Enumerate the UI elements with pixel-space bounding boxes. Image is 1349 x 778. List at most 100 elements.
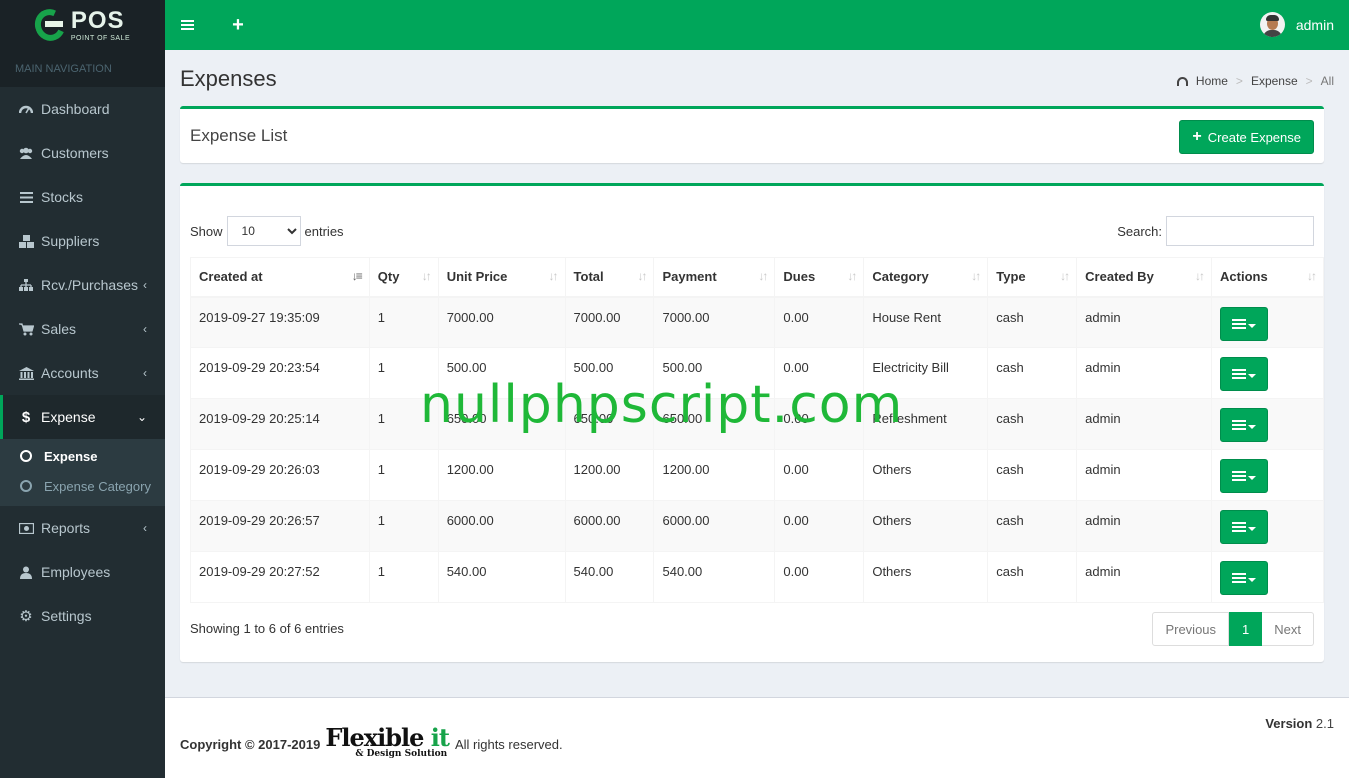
cell-actions <box>1211 398 1324 450</box>
caret-down-icon <box>1248 374 1257 378</box>
sidebar-item-label: Settings <box>41 608 92 624</box>
cell-created-at: 2019-09-27 19:35:09 <box>190 296 370 348</box>
sidebar-item-label: Expense <box>41 409 96 425</box>
cell-qty: 1 <box>368 296 439 348</box>
sidebar-item-label: Accounts <box>41 365 99 381</box>
submenu-item-label: Expense <box>44 448 98 464</box>
sort-icon: ↓↑ <box>637 269 647 283</box>
app-logo[interactable]: POS POINT OF SALE <box>0 0 165 50</box>
logo-mark-icon <box>30 4 70 46</box>
sidebar-item-dashboard[interactable]: Dashboard <box>0 87 165 131</box>
sort-icon: ↓↑ <box>1060 269 1070 283</box>
cell-actions <box>1211 296 1324 348</box>
row-actions-dropdown-button[interactable] <box>1220 357 1269 391</box>
table-row: 2019-09-29 20:26:57 1 6000.00 6000.00 6000.0… <box>190 500 1324 552</box>
breadcrumb-home[interactable]: Home <box>1196 74 1228 88</box>
sidebar-item-suppliers[interactable]: Suppliers <box>0 219 165 263</box>
pagination-page-current[interactable]: 1 <box>1229 612 1263 646</box>
column-header-label: Category <box>872 269 929 285</box>
sidebar-item-stocks[interactable]: Stocks <box>0 175 165 219</box>
plus-icon: + <box>1192 128 1202 145</box>
column-header-payment[interactable]: Payment ↓↑ <box>653 257 776 298</box>
version-label: Version <box>1265 716 1313 731</box>
column-header-total[interactable]: Total ↓↑ <box>564 257 655 298</box>
sidebar-item-label: Sales <box>41 321 77 337</box>
hamburger-icon <box>180 18 194 32</box>
column-header-qty[interactable]: Qty ↓↑ <box>368 257 439 298</box>
column-header-dues[interactable]: Dues ↓↑ <box>774 257 865 298</box>
entries-length: Show 10 entries <box>190 216 344 246</box>
sidebar-item-customers[interactable]: Customers <box>0 131 165 175</box>
company-logo[interactable]: Flexible it & Design Solution <box>325 726 450 759</box>
pagination-previous[interactable]: Previous <box>1152 612 1230 646</box>
sidebar-item-accounts[interactable]: Accounts ‹ <box>0 351 165 395</box>
cell-qty: 1 <box>368 500 439 552</box>
users-icon <box>18 145 34 161</box>
chevron-left-icon: ‹ <box>143 521 147 535</box>
cell-total: 500.00 <box>564 347 655 399</box>
cell-actions <box>1211 347 1324 399</box>
breadcrumb-separator: > <box>1235 74 1243 88</box>
row-actions-dropdown-button[interactable] <box>1220 561 1269 595</box>
user-icon <box>18 564 34 580</box>
column-header-actions[interactable]: Actions ↓↑ <box>1211 257 1324 298</box>
chevron-down-icon: ⌄ <box>136 410 147 424</box>
cell-dues: 0.00 <box>774 500 865 552</box>
show-label: Show <box>190 223 223 239</box>
sidebar-item-employees[interactable]: Employees <box>0 550 165 594</box>
cell-unit-price: 540.00 <box>437 551 566 603</box>
sidebar-item-sales[interactable]: Sales ‹ <box>0 307 165 351</box>
breadcrumb-expense[interactable]: Expense <box>1251 74 1298 88</box>
list-icon <box>1232 571 1247 585</box>
entries-select[interactable]: 10 <box>226 216 301 246</box>
column-header-label: Total <box>573 269 604 285</box>
sort-icon: ↓↑ <box>548 269 559 283</box>
row-actions-dropdown-button[interactable] <box>1220 408 1269 442</box>
sidebar-item-expense[interactable]: $ Expense ⌄ <box>0 395 165 439</box>
pagination-next[interactable]: Next <box>1262 612 1314 646</box>
breadcrumb-separator: > <box>1305 74 1313 88</box>
column-header-label: Unit Price <box>446 269 508 285</box>
column-header-created-by[interactable]: Created By ↓↑ <box>1076 257 1213 298</box>
submenu-item-expense[interactable]: Expense <box>0 441 165 471</box>
sidebar-item-purchases[interactable]: Rcv./Purchases ‹ <box>0 263 165 307</box>
list-icon <box>1232 367 1247 381</box>
expense-list-header-box: Expense List + Create Expense <box>180 106 1324 163</box>
column-header-label: Payment <box>662 269 717 285</box>
quick-add-button[interactable]: + <box>226 13 250 37</box>
box-title: Expense List <box>190 126 288 145</box>
user-menu[interactable]: admin <box>1259 12 1334 37</box>
column-header-label: Qty <box>377 269 400 285</box>
cell-total: 6000.00 <box>564 500 655 552</box>
row-actions-dropdown-button[interactable] <box>1220 510 1269 544</box>
submenu-item-expense-category[interactable]: Expense Category <box>0 471 165 501</box>
sidebar-toggle-button[interactable] <box>175 13 199 37</box>
column-header-type[interactable]: Type ↓↑ <box>987 257 1078 298</box>
money-icon <box>18 520 34 536</box>
sort-icon: ↓↑ <box>847 269 857 283</box>
sidebar-item-reports[interactable]: Reports ‹ <box>0 506 165 550</box>
cell-created-by: admin <box>1076 500 1213 552</box>
cell-dues: 0.00 <box>774 449 865 501</box>
entries-label: entries <box>304 223 344 239</box>
cell-type: cash <box>987 398 1078 450</box>
caret-down-icon <box>1248 323 1257 328</box>
column-header-unit-price[interactable]: Unit Price ↓↑ <box>437 257 566 298</box>
search-input[interactable] <box>1166 216 1314 246</box>
row-actions-dropdown-button[interactable] <box>1220 306 1269 341</box>
row-actions-dropdown-button[interactable] <box>1220 459 1269 493</box>
sidebar-item-label: Customers <box>41 145 109 161</box>
cell-dues: 0.00 <box>774 398 865 450</box>
column-header-category[interactable]: Category ↓↑ <box>863 257 989 298</box>
cell-category: Electricity Bill <box>863 347 989 399</box>
user-name: admin <box>1295 16 1334 33</box>
cell-created-at: 2019-09-29 20:23:54 <box>190 347 370 399</box>
sidebar-item-label: Stocks <box>41 189 84 205</box>
sidebar-item-settings[interactable]: ⚙ Settings <box>0 594 165 638</box>
create-expense-button[interactable]: + Create Expense <box>1179 120 1314 154</box>
main-content: Expenses Home > Expense > All Expense Li… <box>165 50 1349 662</box>
version: Version 2.1 <box>1265 716 1334 731</box>
table-row: 2019-09-29 20:23:54 1 500.00 500.00 500.00 0.… <box>190 347 1324 399</box>
expense-table: Created at ↓≡ Qty ↓↑ Unit Price ↓↑ Total ↓↑ … <box>190 257 1324 603</box>
column-header-created-at[interactable]: Created at ↓≡ <box>190 257 370 298</box>
